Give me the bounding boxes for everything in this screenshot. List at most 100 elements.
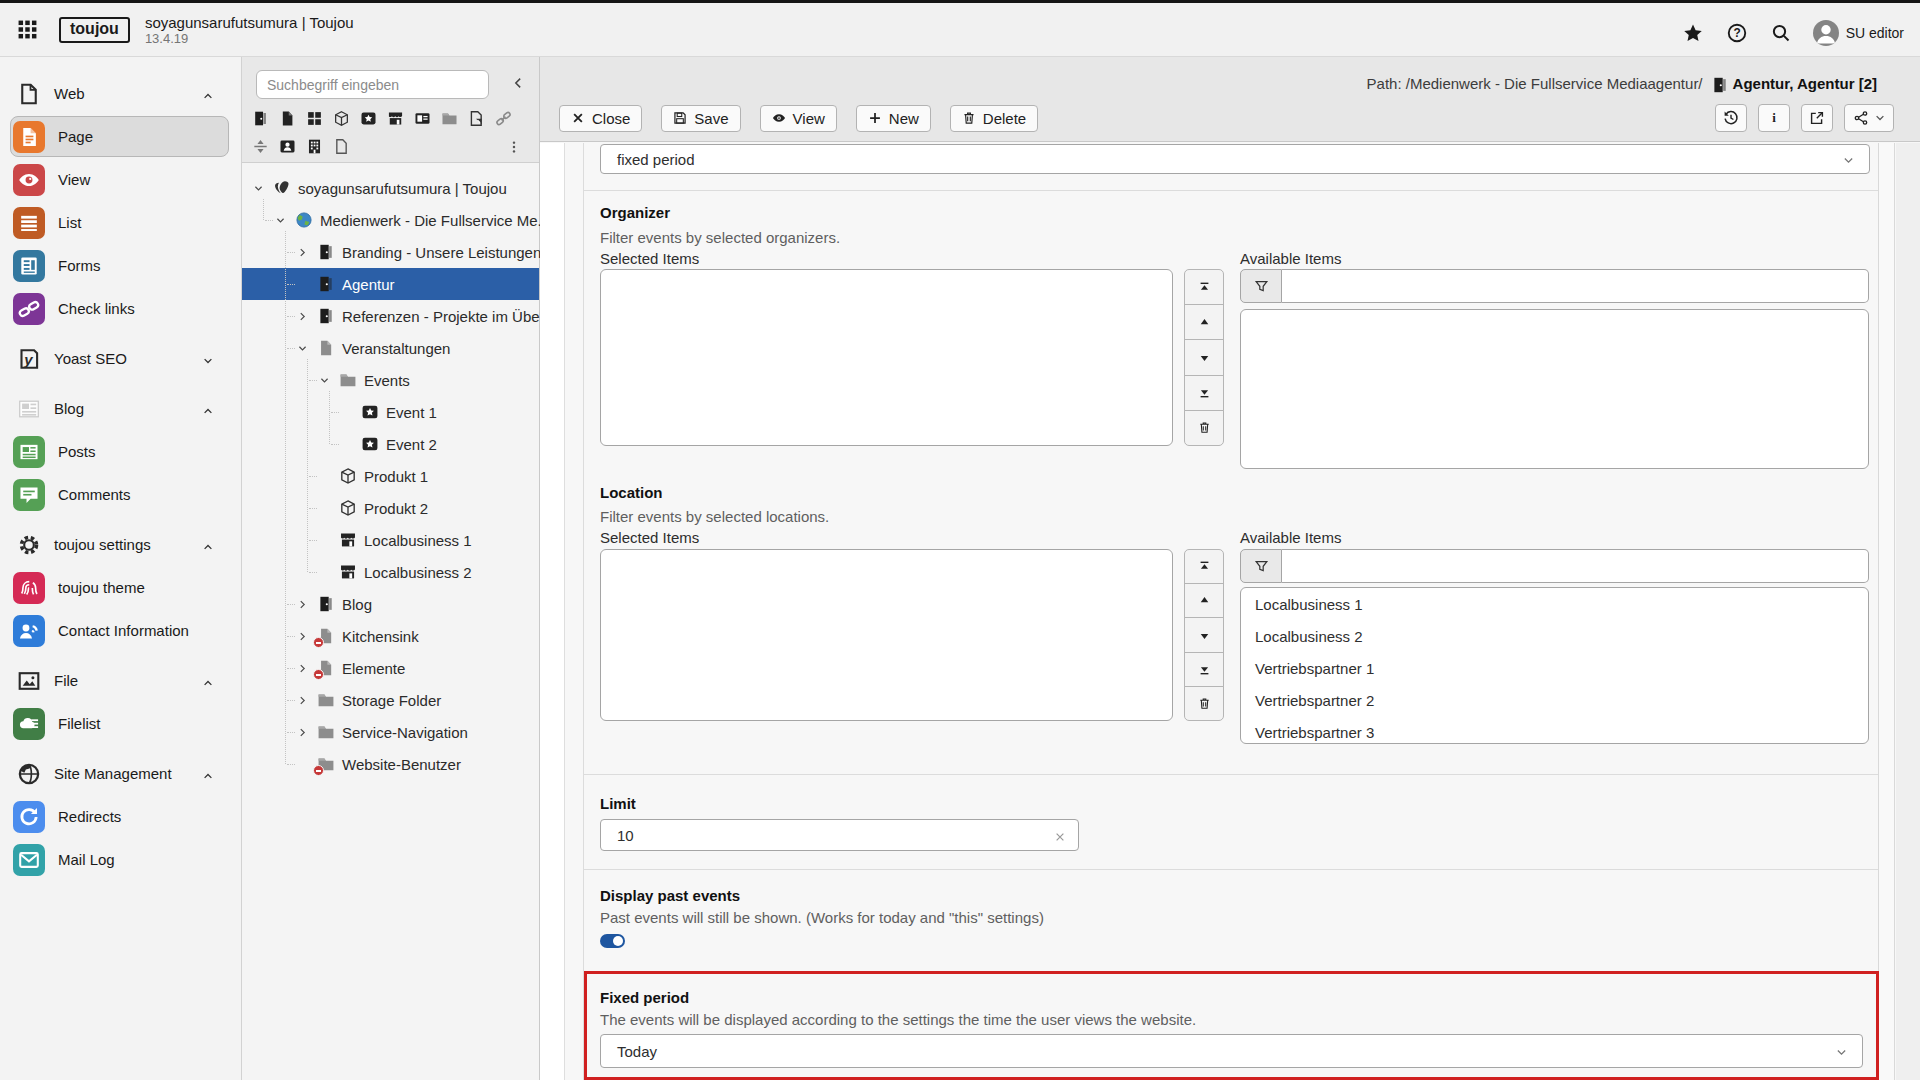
tree-more-icon[interactable] xyxy=(507,140,521,154)
location-title: Location xyxy=(600,483,663,503)
move-to-top-button[interactable] xyxy=(1184,269,1224,305)
move-up-button[interactable] xyxy=(1184,583,1224,618)
collapse-tree-icon[interactable] xyxy=(511,76,525,90)
move-down-button[interactable] xyxy=(1184,617,1224,652)
location-selected-list[interactable] xyxy=(600,549,1173,721)
sidebar-group-file[interactable]: File xyxy=(0,659,241,702)
newpage-doc-icon[interactable] xyxy=(279,110,296,127)
user-menu[interactable]: SU editor xyxy=(1803,20,1920,46)
available-item[interactable]: Localbusiness 1 xyxy=(1255,589,1868,621)
sidebar-item-list[interactable]: List xyxy=(0,201,241,244)
record-form: fixed period Organizer Filter events by … xyxy=(583,143,1878,1080)
save-button[interactable]: Save xyxy=(661,105,740,132)
delete-button[interactable] xyxy=(1184,686,1224,721)
sidebar-group-toujou-settings[interactable]: toujou settings xyxy=(0,523,241,566)
sidebar-group-blog[interactable]: Blog xyxy=(0,387,241,430)
sidebar-group-yoast-seo[interactable]: yYoast SEO xyxy=(0,337,241,380)
newpage-grid4-icon[interactable] xyxy=(306,110,323,127)
tree-node-events[interactable]: Events xyxy=(242,364,539,396)
sidebar-item-view[interactable]: View xyxy=(0,158,241,201)
past-events-title: Display past events xyxy=(600,886,740,906)
view-button[interactable]: View xyxy=(760,105,837,132)
move-to-bottom-button[interactable] xyxy=(1184,375,1224,411)
typo3-icon xyxy=(273,179,291,197)
newpage-shop-icon[interactable] xyxy=(387,110,404,127)
newpage-link-icon[interactable] xyxy=(495,110,512,127)
sidebar-item-mail-log[interactable]: Mail Log xyxy=(0,838,241,881)
scrollbar[interactable] xyxy=(1878,143,1895,1080)
past-events-toggle[interactable] xyxy=(600,934,625,948)
location-available-list[interactable]: Localbusiness 1Localbusiness 2Vertriebsp… xyxy=(1240,587,1869,744)
move-to-bottom-button[interactable] xyxy=(1184,652,1224,687)
tree-resize-handle[interactable] xyxy=(540,143,565,1080)
organizer-filter-button[interactable] xyxy=(1240,269,1282,303)
sidebar-item-filelist[interactable]: Filelist xyxy=(0,702,241,745)
newpage-split-icon[interactable] xyxy=(252,138,269,155)
search-button[interactable] xyxy=(1759,23,1803,43)
new-button[interactable]: New xyxy=(856,105,931,132)
sidebar-item-page[interactable]: Page xyxy=(0,115,241,158)
organizer-selected-list[interactable] xyxy=(600,269,1173,446)
page-tree: soyagunsarufutsumura | ToujouMedienwerk … xyxy=(242,164,539,1080)
fixed-period-top-select[interactable]: fixed period xyxy=(600,144,1870,174)
tree-node-produkt-1[interactable]: Produkt 1 xyxy=(242,460,539,492)
newpage-idcard-icon[interactable] xyxy=(414,110,431,127)
tree-node-event-2[interactable]: Event 2 xyxy=(242,428,539,460)
sidebar-item-posts[interactable]: Posts xyxy=(0,430,241,473)
version: 13.4.19 xyxy=(145,31,354,46)
sidebar-item-check-links[interactable]: Check links xyxy=(0,287,241,330)
sidebar-item-toujou-theme[interactable]: toujou theme xyxy=(0,566,241,609)
sidebar-item-forms[interactable]: Forms xyxy=(0,244,241,287)
tree-node-localbusiness-2[interactable]: Localbusiness 2 xyxy=(242,556,539,588)
newpage-doc-arrow-icon[interactable] xyxy=(468,110,485,127)
sidebar-item-redirects[interactable]: Redirects xyxy=(0,795,241,838)
newpage-door-icon[interactable] xyxy=(252,110,269,127)
tree-node-soyagunsarufutsumura-toujou[interactable]: soyagunsarufutsumura | Toujou xyxy=(242,172,539,204)
fixed-period-select[interactable]: Today xyxy=(600,1034,1863,1068)
app-grid-icon[interactable] xyxy=(17,19,38,40)
organizer-available-list[interactable] xyxy=(1240,309,1869,469)
info-button[interactable]: i xyxy=(1758,104,1790,132)
location-description: Filter events by selected locations. xyxy=(600,507,829,527)
toujou-logo[interactable]: toujou xyxy=(59,17,130,43)
newpage-event-icon[interactable] xyxy=(360,110,377,127)
tree-node-localbusiness-1[interactable]: Localbusiness 1 xyxy=(242,524,539,556)
breadcrumb: Path: /Medienwerk - Die Fullservice Medi… xyxy=(1367,75,1703,92)
location-selected-label: Selected Items xyxy=(600,528,699,548)
external-button[interactable] xyxy=(1801,104,1833,132)
move-down-button[interactable] xyxy=(1184,339,1224,375)
share-button[interactable] xyxy=(1844,104,1894,132)
available-item[interactable]: Vertriebspartner 2 xyxy=(1255,685,1868,717)
tree-node-event-1[interactable]: Event 1 xyxy=(242,396,539,428)
tree-search-input[interactable] xyxy=(256,70,489,99)
available-item[interactable]: Vertriebspartner 3 xyxy=(1255,717,1868,744)
tree-node-produkt-2[interactable]: Produkt 2 xyxy=(242,492,539,524)
move-to-top-button[interactable] xyxy=(1184,549,1224,584)
available-item[interactable]: Vertriebspartner 1 xyxy=(1255,653,1868,685)
limit-input[interactable]: 10 xyxy=(600,819,1079,851)
location-filter-input[interactable] xyxy=(1282,549,1869,583)
delete-button[interactable]: Delete xyxy=(950,105,1038,132)
bookmark-button[interactable] xyxy=(1671,23,1715,43)
move-up-button[interactable] xyxy=(1184,304,1224,340)
help-button[interactable]: ? xyxy=(1715,23,1759,43)
organizer-filter-input[interactable] xyxy=(1282,269,1869,303)
sidebar-group-site-management[interactable]: Site Management xyxy=(0,752,241,795)
newpage-person-card-icon[interactable] xyxy=(279,138,296,155)
sidebar-item-contact-information[interactable]: Contact Information xyxy=(0,609,241,652)
sidebar-group-web[interactable]: Web xyxy=(0,72,241,115)
newpage-cube-icon[interactable] xyxy=(333,110,350,127)
posts-icon xyxy=(13,436,45,468)
available-item[interactable]: Localbusiness 2 xyxy=(1255,621,1868,653)
location-filter-button[interactable] xyxy=(1240,549,1282,583)
delete-button[interactable] xyxy=(1184,410,1224,446)
chevron-down-icon xyxy=(202,353,214,365)
close-button[interactable]: Close xyxy=(559,105,642,132)
newpage-folder-icon[interactable] xyxy=(441,110,458,127)
sidebar-item-comments[interactable]: Comments xyxy=(0,473,241,516)
history-button[interactable] xyxy=(1715,104,1747,132)
clear-icon[interactable] xyxy=(1054,829,1066,841)
newpage-building-icon[interactable] xyxy=(306,138,323,155)
tree-node-medienwerk-die-fullservice-me-[interactable]: Medienwerk - Die Fullservice Me... xyxy=(242,204,539,236)
newpage-doc-blank-icon[interactable] xyxy=(333,138,350,155)
